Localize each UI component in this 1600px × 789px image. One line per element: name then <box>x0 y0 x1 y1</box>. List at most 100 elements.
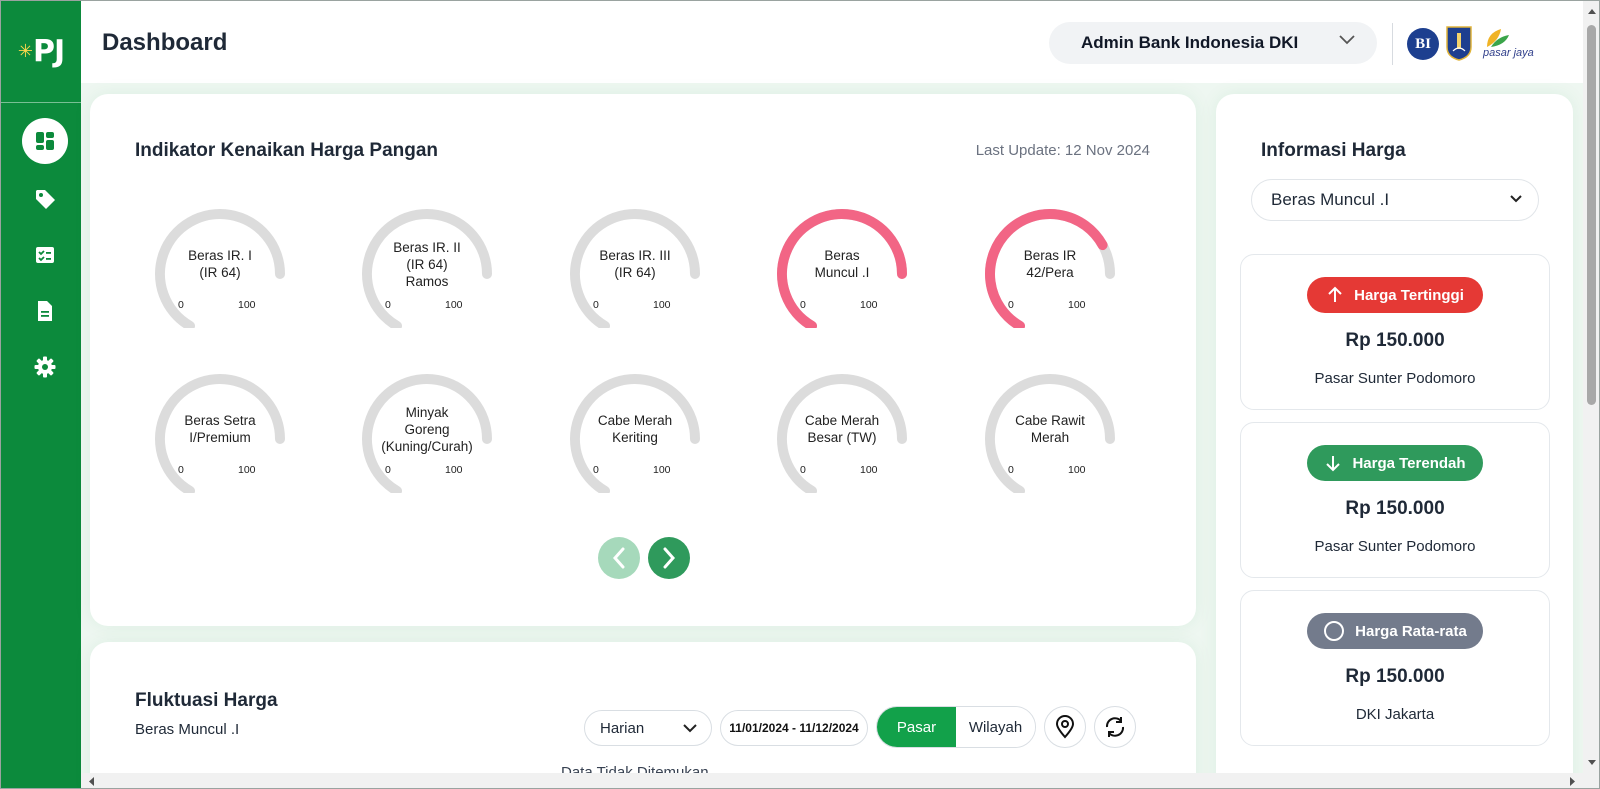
chevron-down-icon <box>683 724 697 733</box>
pasar-jaya-text: pasar jaya <box>1483 47 1534 59</box>
chevron-down-icon <box>1510 195 1522 203</box>
pasar-jaya-logo: pasar jaya <box>1483 27 1541 61</box>
sidebar: ✳ PJ <box>1 1 81 788</box>
location-lowest: Pasar Sunter Podomoro <box>1314 538 1476 555</box>
user-dropdown-label: Admin Bank Indonesia DKI <box>1081 33 1299 52</box>
gauge-min-label: 0 <box>178 464 184 476</box>
refresh-button[interactable] <box>1094 706 1136 748</box>
gauge-4: Beras IR 42/Pera 0 100 <box>980 208 1120 328</box>
location-button[interactable] <box>1044 706 1086 748</box>
price-highest: Rp 150.000 <box>1345 330 1445 351</box>
price-card-average: Harga Rata-rata Rp 150.000 DKI Jakarta <box>1240 590 1550 746</box>
header-divider <box>1392 23 1393 65</box>
gauge-min-label: 0 <box>800 299 806 311</box>
nav-settings[interactable] <box>22 344 68 390</box>
horizontal-scrollbar[interactable] <box>81 773 1599 789</box>
document-icon <box>38 301 52 321</box>
gauge-8: Cabe Merah Besar (TW) 0 100 <box>772 373 912 493</box>
period-select[interactable]: Harian <box>584 710 712 746</box>
nav-tasks[interactable] <box>22 232 68 278</box>
dki-jakarta-logo <box>1446 26 1472 61</box>
commodity-select[interactable]: Beras Muncul .I <box>1251 179 1539 221</box>
badge-average: Harga Rata-rata <box>1307 613 1483 649</box>
scroll-left-icon[interactable] <box>85 773 99 789</box>
gauge-min-label: 0 <box>385 299 391 311</box>
gauge-min-label: 0 <box>593 299 599 311</box>
gauge-max-label: 100 <box>1068 299 1086 311</box>
date-range-picker[interactable]: 11/01/2024 - 11/12/2024 <box>720 710 868 746</box>
informasi-harga-card: Informasi Harga Beras Muncul .I Harga Te… <box>1216 94 1573 788</box>
gauge-label: Cabe Merah Besar (TW) <box>804 413 880 445</box>
arrow-down-icon <box>1326 456 1341 472</box>
gauge-label: Cabe Merah Keriting <box>597 413 673 445</box>
badge-lowest-label: Harga Terendah <box>1352 454 1466 472</box>
refresh-icon <box>1105 717 1125 737</box>
price-lowest: Rp 150.000 <box>1345 498 1445 519</box>
gauge-max-label: 100 <box>653 299 671 311</box>
circle-icon <box>1324 621 1345 641</box>
gauge-label: Beras IR. I (IR 64) <box>188 248 252 280</box>
gauge-max-label: 100 <box>238 464 256 476</box>
toggle-pasar[interactable]: Pasar <box>877 707 956 747</box>
chevron-left-icon <box>612 547 625 569</box>
vertical-scroll-thumb[interactable] <box>1587 25 1596 405</box>
tag-icon <box>36 190 55 209</box>
gauge-1: Beras IR. II (IR 64) Ramos 0 100 <box>357 208 497 328</box>
gauge-label: Beras Setra I/Premium <box>184 413 256 445</box>
scroll-right-icon[interactable] <box>1565 773 1579 789</box>
badge-lowest: Harga Terendah <box>1307 445 1483 481</box>
gauge-max-label: 100 <box>445 299 463 311</box>
bank-indonesia-logo: BI <box>1407 28 1439 60</box>
gauge-9: Cabe Rawit Merah 0 100 <box>980 373 1120 493</box>
gear-icon <box>34 356 56 378</box>
nav-dashboard[interactable] <box>22 118 68 164</box>
chevron-down-icon <box>1339 35 1355 45</box>
commodity-select-value: Beras Muncul .I <box>1271 190 1390 209</box>
badge-highest-label: Harga Tertinggi <box>1354 286 1464 304</box>
sidebar-logo[interactable]: ✳ PJ <box>1 1 81 103</box>
fluktuasi-card: Fluktuasi Harga Beras Muncul .I Harian 1… <box>90 642 1196 788</box>
price-average: Rp 150.000 <box>1345 666 1445 687</box>
gauge-max-label: 100 <box>445 464 463 476</box>
gauge-0: Beras IR. I (IR 64) 0 100 <box>150 208 290 328</box>
gauge-min-label: 0 <box>800 464 806 476</box>
gauge-max-label: 100 <box>1068 464 1086 476</box>
last-update: Last Update: 12 Nov 2024 <box>975 142 1150 159</box>
indikator-title: Indikator Kenaikan Harga Pangan <box>135 140 439 161</box>
gauge-label: Beras Muncul .I <box>814 248 870 280</box>
price-card-lowest: Harga Terendah Rp 150.000 Pasar Sunter P… <box>1240 422 1550 578</box>
informasi-harga-title: Informasi Harga <box>1261 140 1406 161</box>
gauge-label: Cabe Rawit Merah <box>1015 413 1085 445</box>
gauge-min-label: 0 <box>1008 299 1014 311</box>
leaf-icon: ✳ <box>17 41 33 62</box>
date-range-value: 11/01/2024 - 11/12/2024 <box>729 721 859 735</box>
checklist-icon <box>36 247 54 263</box>
gauge-6: Minyak Goreng (Kuning/Curah) 0 100 <box>357 373 497 493</box>
gauge-label: Beras IR 42/Pera <box>1023 248 1077 280</box>
gauge-max-label: 100 <box>860 299 878 311</box>
next-button[interactable] <box>648 537 690 579</box>
gauge-min-label: 0 <box>593 464 599 476</box>
scroll-down-icon[interactable] <box>1583 755 1600 769</box>
nav-reports[interactable] <box>22 288 68 334</box>
badge-highest: Harga Tertinggi <box>1307 277 1483 313</box>
vertical-scrollbar[interactable] <box>1583 1 1600 773</box>
gauge-label: Beras IR. II (IR 64) Ramos <box>393 240 461 289</box>
scroll-up-icon[interactable] <box>1583 5 1600 19</box>
sidebar-logo-text: PJ <box>32 34 65 69</box>
gauge-5: Beras Setra I/Premium 0 100 <box>150 373 290 493</box>
dashboard-icon <box>36 132 54 150</box>
gauge-max-label: 100 <box>860 464 878 476</box>
user-dropdown[interactable]: Admin Bank Indonesia DKI <box>1049 22 1377 64</box>
location-average: DKI Jakarta <box>1355 706 1435 723</box>
previous-button[interactable] <box>598 537 640 579</box>
location-pin-icon <box>1055 715 1075 739</box>
leaf-icon <box>1487 29 1509 47</box>
app-window: ✳ PJ Dashboard Admin Bank Indonesia DKI … <box>0 0 1600 789</box>
toggle-wilayah[interactable]: Wilayah <box>956 707 1035 747</box>
price-card-highest: Harga Tertinggi Rp 150.000 Pasar Sunter … <box>1240 254 1550 410</box>
nav-products[interactable] <box>22 176 68 222</box>
gauge-label: Beras IR. III (IR 64) <box>599 248 671 280</box>
gauge-min-label: 0 <box>178 299 184 311</box>
gauge-2: Beras IR. III (IR 64) 0 100 <box>565 208 705 328</box>
